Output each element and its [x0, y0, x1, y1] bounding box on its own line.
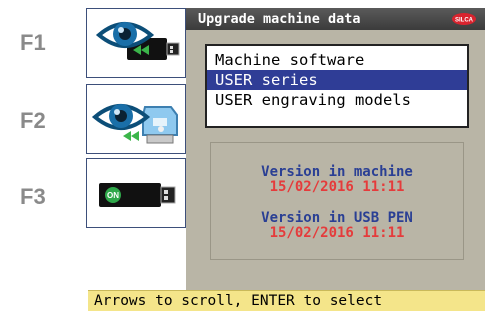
title-bar: Upgrade machine data SILCA	[186, 8, 485, 30]
window-title: Upgrade machine data	[198, 11, 361, 27]
machine-version-value: 15/02/2016 11:11	[269, 179, 405, 195]
menu-item-user-engraving-models[interactable]: USER engraving models	[207, 90, 467, 110]
f2-button[interactable]	[86, 84, 186, 154]
f1-button[interactable]	[86, 8, 186, 78]
on-badge: ON	[107, 191, 119, 200]
f3-button[interactable]: ON	[86, 158, 186, 228]
menu-list: Machine software USER series USER engrav…	[205, 44, 469, 128]
menu-item-machine-software[interactable]: Machine software	[207, 50, 467, 70]
f3-key-label: F3	[20, 184, 46, 209]
eye-usb-icon	[95, 22, 180, 60]
usb-version-label: Version in USB PEN	[261, 210, 413, 226]
device-screen: Upgrade machine data SILCA Machine softw…	[186, 8, 485, 311]
usb-version-value: 15/02/2016 11:11	[269, 225, 405, 241]
f2-key-label: F2	[20, 108, 46, 133]
svg-text:SILCA: SILCA	[455, 18, 474, 24]
eye-key-machine-icon	[91, 104, 178, 144]
machine-version-label: Version in machine	[261, 164, 413, 180]
usb-on-icon: ON	[99, 183, 176, 207]
menu-item-user-series[interactable]: USER series	[207, 70, 467, 90]
status-bar: Arrows to scroll, ENTER to select	[88, 290, 485, 311]
version-info-box: Version in machine 15/02/2016 11:11 Vers…	[210, 142, 464, 260]
silca-logo-icon: SILCA	[452, 13, 476, 25]
f1-key-label: F1	[20, 30, 46, 55]
